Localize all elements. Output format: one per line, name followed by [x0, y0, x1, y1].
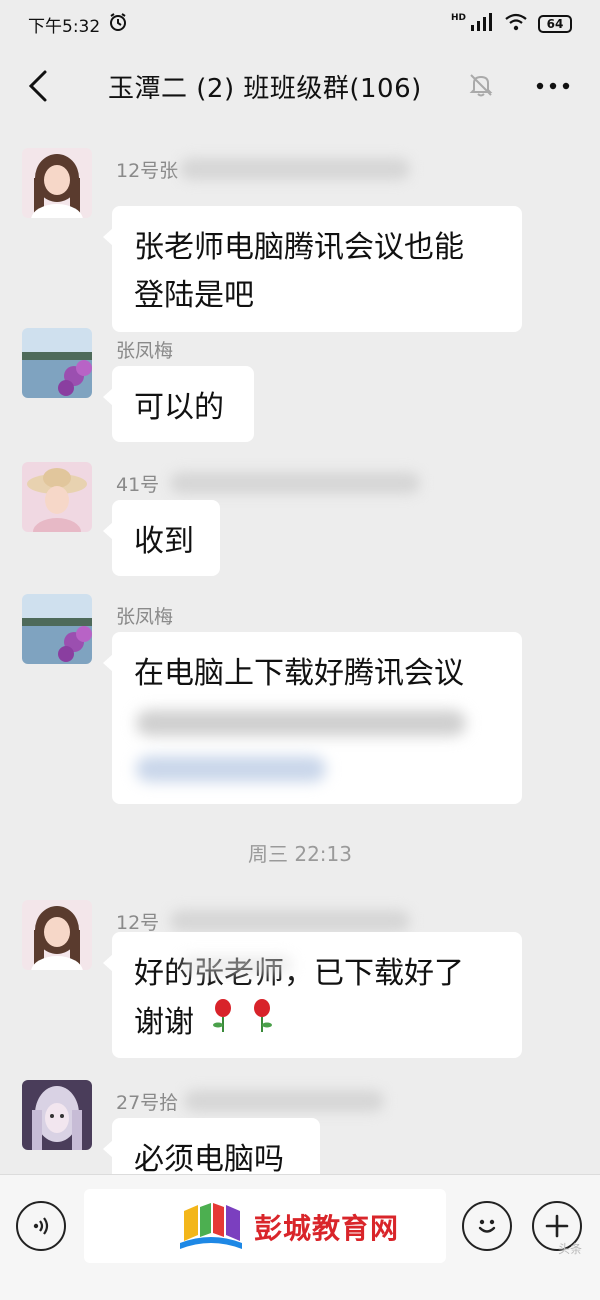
- message-bubble[interactable]: 必须电脑吗: [103, 1118, 320, 1174]
- emoji-button[interactable]: [462, 1201, 512, 1251]
- sender-name: 27号拾: [116, 1092, 179, 1114]
- sender-name: 12号: [116, 912, 160, 934]
- avatar[interactable]: [22, 148, 92, 218]
- signal-icon: [470, 12, 494, 36]
- status-time: 下午5:32: [28, 16, 101, 37]
- status-left: 下午5:32: [28, 12, 128, 37]
- message-bubble[interactable]: 张老师电脑腾讯会议也能 登陆是吧: [103, 206, 522, 332]
- redacted-text: [182, 956, 292, 974]
- avatar[interactable]: [22, 328, 92, 398]
- message-line: 张老师电脑腾讯会议也能: [134, 230, 464, 265]
- plus-icon: [545, 1214, 569, 1238]
- back-button[interactable]: [18, 66, 58, 106]
- timestamp: 周三 22:13: [248, 842, 352, 866]
- hd-badge: HD: [450, 13, 466, 23]
- redacted-text: [136, 756, 326, 782]
- sender-name: 12号张: [116, 160, 179, 182]
- watermark: 头条: [557, 1242, 582, 1256]
- more-options-button[interactable]: [530, 66, 576, 106]
- alarm-clock-icon: [108, 12, 128, 37]
- avatar[interactable]: [22, 462, 92, 532]
- battery-indicator: 64: [538, 15, 572, 33]
- message-line: 在电脑上下载好腾讯会议: [134, 656, 464, 691]
- logo-text: 彭城教育网: [254, 1212, 400, 1245]
- avatar[interactable]: [22, 1080, 92, 1150]
- message-bubble[interactable]: 可以的: [103, 366, 254, 442]
- redacted-name: [184, 1090, 384, 1112]
- redacted-text: [136, 710, 466, 736]
- message-line-with-emoji: 谢谢: [134, 998, 500, 1049]
- chevron-left-icon: [28, 70, 47, 102]
- message-line: 必须电脑吗: [134, 1142, 284, 1174]
- chat-header: 玉潭二 (2) 班班级群(106): [0, 48, 600, 124]
- redacted-name: [170, 910, 410, 932]
- sender-name: 张凤梅: [116, 606, 174, 628]
- voice-input-button[interactable]: [16, 1201, 66, 1251]
- status-right: HD 64: [450, 12, 572, 36]
- mute-bell-icon: [468, 72, 494, 102]
- message-line: 收到: [134, 524, 194, 559]
- voice-icon: [33, 1217, 49, 1235]
- chat-screen: 下午5:32 HD 64 玉潭二 (2) 班班级群(106) 12号张 张老师电…: [0, 0, 600, 1300]
- avatar[interactable]: [22, 594, 92, 664]
- message-bubble[interactable]: 收到: [103, 500, 220, 576]
- message-line: 可以的: [134, 390, 224, 425]
- more-dots-icon: [536, 82, 570, 90]
- site-logo: 彭城教育网: [178, 1201, 399, 1253]
- book-logo-icon: [180, 1203, 242, 1249]
- message-line: 谢谢: [134, 1005, 194, 1040]
- avatar[interactable]: [22, 900, 92, 970]
- sender-name: 41号: [116, 474, 160, 496]
- sender-name: 张凤梅: [116, 340, 174, 362]
- input-bar: 彭城教育网: [0, 1174, 600, 1300]
- group-title[interactable]: 玉潭二 (2) 班班级群(106): [108, 68, 422, 105]
- smiley-icon: [478, 1219, 496, 1233]
- message-bubble[interactable]: 在电脑上下载好腾讯会议: [103, 632, 522, 804]
- message-line: 登陆是吧: [134, 278, 254, 313]
- redacted-name: [180, 158, 410, 180]
- message-bubble[interactable]: 好的张老师，已下载好了 谢谢: [103, 932, 522, 1058]
- rose-emoji-icon: [212, 998, 234, 1049]
- redacted-name: [170, 472, 420, 494]
- message-list[interactable]: 12号张 张老师电脑腾讯会议也能 登陆是吧 张凤梅 可以的 41号 收到 张凤梅…: [0, 124, 600, 1174]
- status-bar: 下午5:32 HD 64: [0, 0, 600, 48]
- rose-emoji-icon: [251, 998, 273, 1049]
- wifi-icon: [504, 13, 528, 36]
